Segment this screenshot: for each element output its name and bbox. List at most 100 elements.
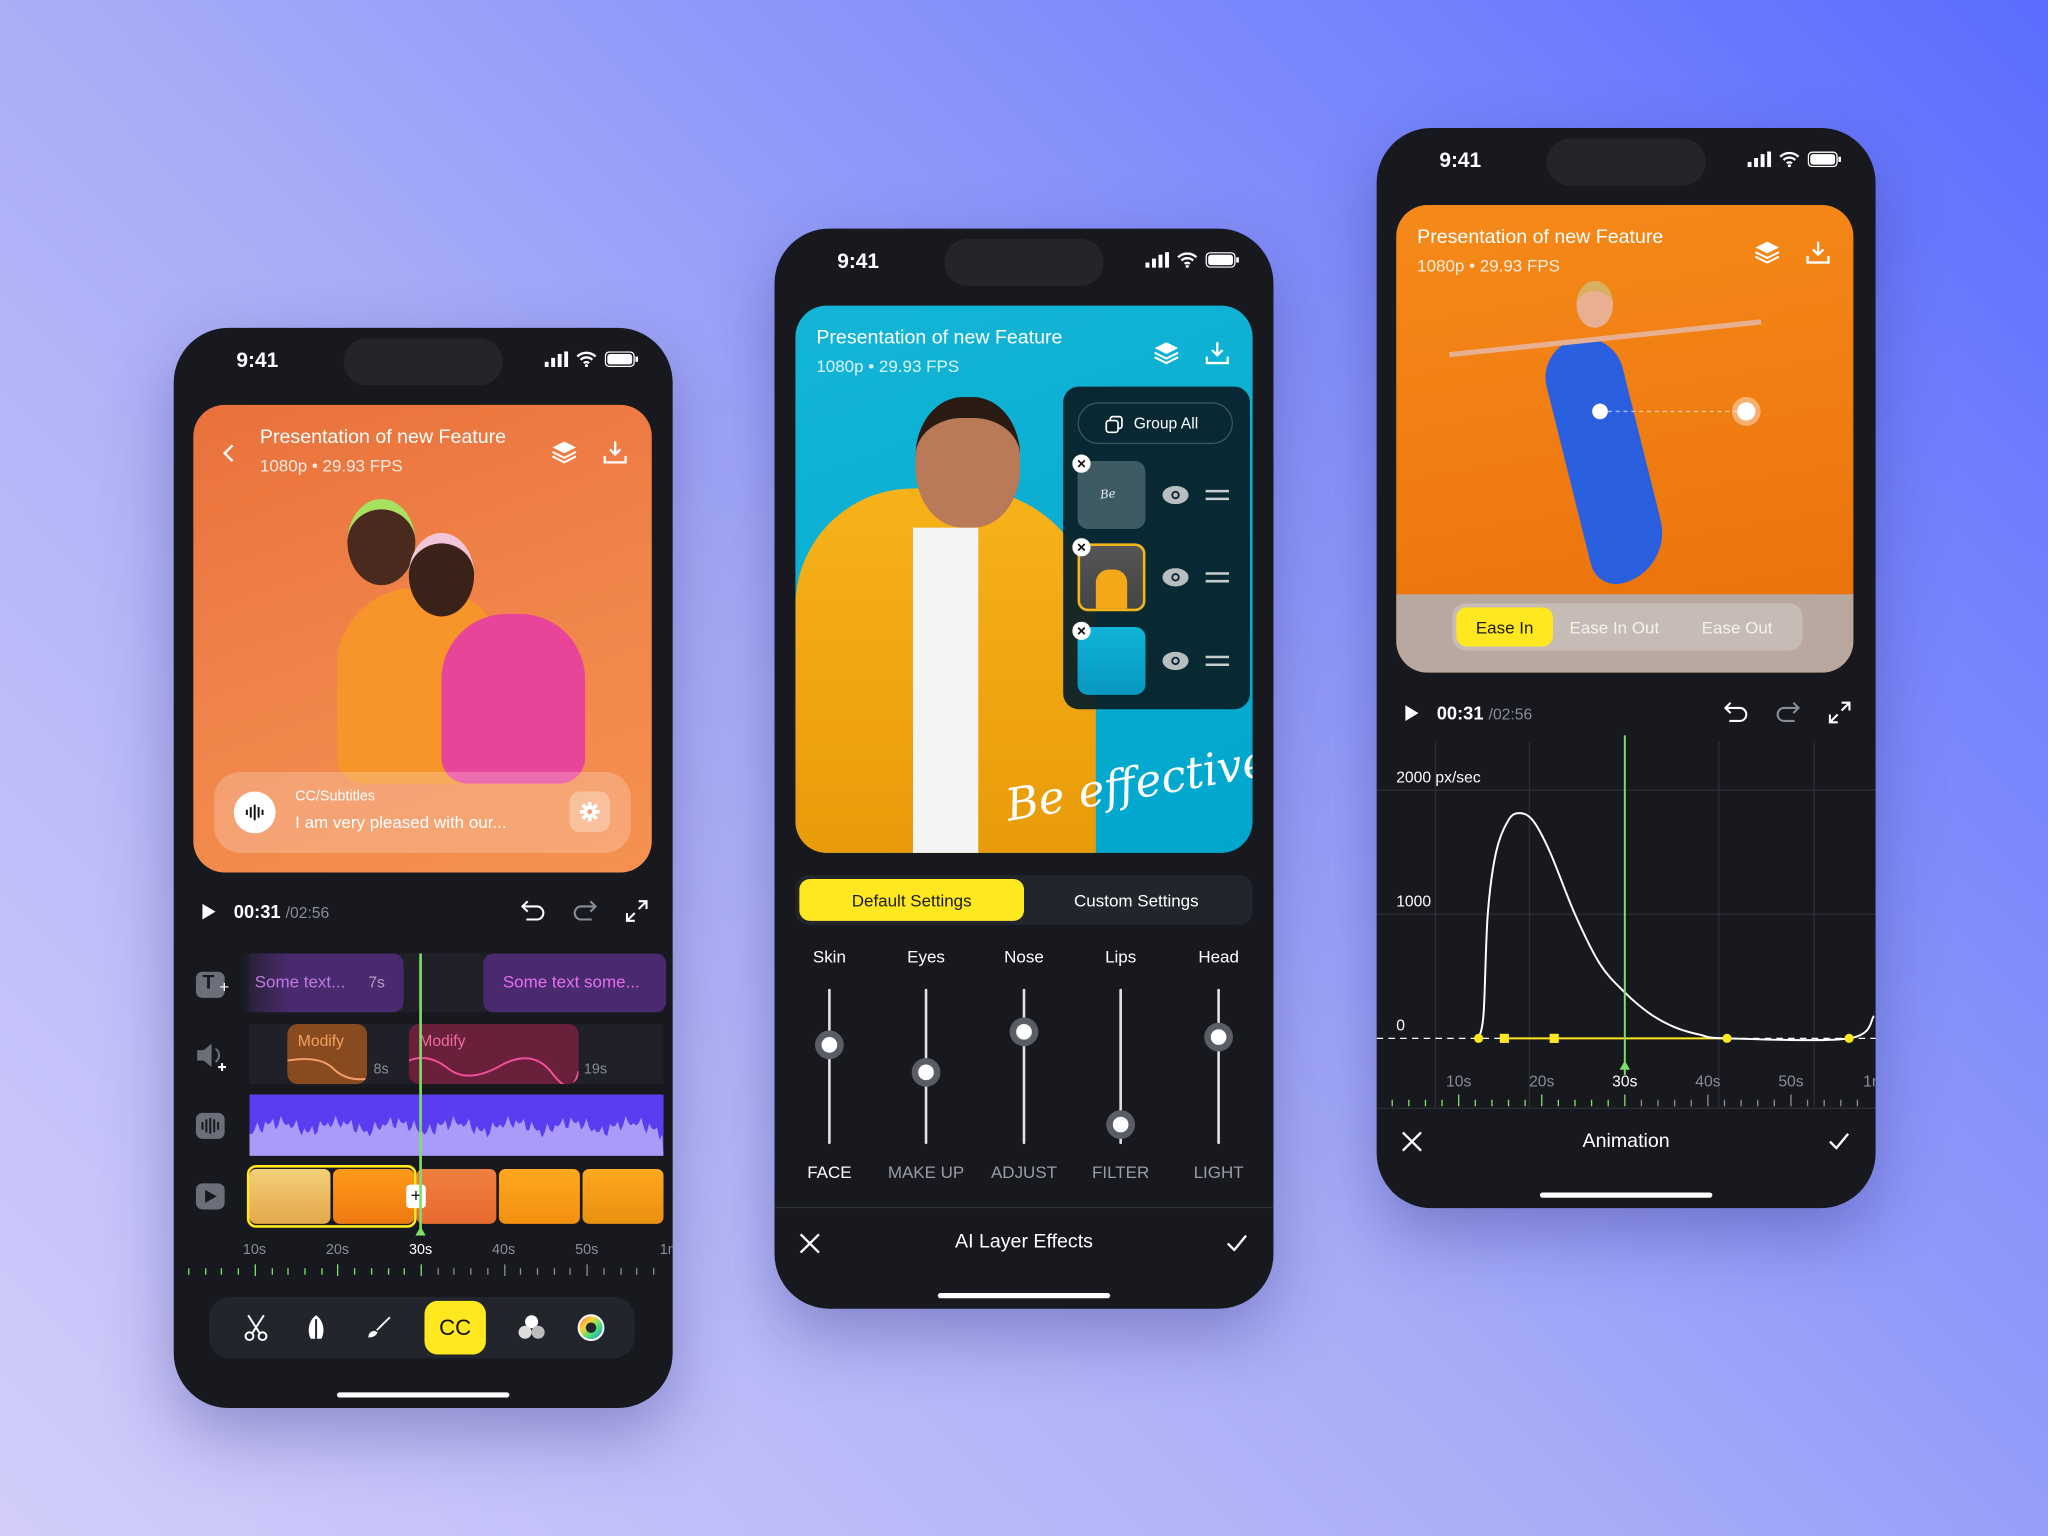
- tick-mark: [553, 1268, 555, 1275]
- waveform-icon: [201, 1118, 220, 1134]
- circles-icon[interactable]: [517, 1314, 546, 1340]
- video-subtitle: 1080p • 29.93 FPS: [816, 356, 960, 377]
- slider-track-skin[interactable]: [828, 988, 831, 1145]
- drag-handle-icon[interactable]: [1205, 489, 1230, 501]
- text-clip[interactable]: Some text some...: [483, 953, 667, 1013]
- eye-icon[interactable]: [1162, 651, 1189, 671]
- group-all-button[interactable]: Group All: [1077, 402, 1233, 445]
- play-icon[interactable]: [201, 903, 217, 921]
- undo-icon[interactable]: [521, 900, 545, 921]
- voice-waveform[interactable]: [249, 1094, 664, 1156]
- eye-icon[interactable]: [1162, 485, 1189, 505]
- audio-clip[interactable]: Modify: [287, 1023, 368, 1085]
- tick-label: 30s: [408, 1242, 433, 1258]
- leaf-icon[interactable]: [303, 1314, 329, 1340]
- cc-button[interactable]: CC: [424, 1300, 486, 1355]
- selected-clip-outline[interactable]: [246, 1165, 417, 1228]
- category-make-up[interactable]: MAKE UP: [888, 1162, 964, 1182]
- home-indicator[interactable]: [937, 1293, 1111, 1299]
- home-indicator[interactable]: [1539, 1192, 1713, 1198]
- timeline-ruler[interactable]: 10s 20s 30s 40s 50s 1m: [174, 1242, 673, 1281]
- drag-handle-icon[interactable]: [1205, 572, 1230, 583]
- remove-layer-icon[interactable]: [1072, 538, 1091, 557]
- battery-icon: [604, 351, 639, 368]
- category-filter[interactable]: FILTER: [1092, 1162, 1149, 1182]
- video-track-icon[interactable]: [195, 1183, 225, 1210]
- tab-custom-settings[interactable]: Custom Settings: [1024, 879, 1249, 921]
- voice-track-icon[interactable]: [195, 1112, 225, 1139]
- audio-clip-label: Modify: [297, 1031, 344, 1051]
- add-transition-button[interactable]: +: [406, 1184, 426, 1209]
- slider-label: Skin: [812, 946, 846, 967]
- video-preview[interactable]: Presentation of new Feature 1080p • 29.9…: [193, 404, 652, 873]
- audio-clip-label: Modify: [419, 1031, 466, 1051]
- drag-handle-icon[interactable]: [1205, 655, 1230, 667]
- slider-knob-lips[interactable]: [1106, 1109, 1136, 1139]
- volume-curve[interactable]: [287, 1055, 368, 1084]
- back-chevron-icon[interactable]: [222, 444, 235, 462]
- category-adjust[interactable]: ADJUST: [991, 1162, 1057, 1182]
- download-icon[interactable]: [1205, 341, 1230, 365]
- eye-icon[interactable]: [1162, 568, 1189, 587]
- y-tick-label: 2000 px/sec: [1396, 769, 1481, 786]
- status-time: 9:41: [236, 350, 279, 373]
- text-clip-label: Some text...: [254, 971, 346, 992]
- add-audio-track-icon[interactable]: [196, 1041, 230, 1072]
- slider-knob-skin[interactable]: [815, 1030, 844, 1060]
- slider-knob-head[interactable]: [1204, 1022, 1233, 1052]
- remove-layer-icon[interactable]: [1072, 621, 1091, 640]
- signal-icon: [1145, 252, 1169, 268]
- scissors-icon[interactable]: [243, 1314, 269, 1343]
- tick-mark: [337, 1264, 339, 1277]
- bezier-handle[interactable]: [1499, 1033, 1509, 1043]
- person-thumb: [1095, 569, 1128, 609]
- tick-label: 50s: [575, 1242, 599, 1258]
- x-tick-label: 10s: [1446, 1074, 1471, 1091]
- redo-icon[interactable]: [573, 900, 597, 921]
- home-indicator[interactable]: [336, 1392, 510, 1398]
- text-clip[interactable]: Some text... 7s: [239, 953, 404, 1013]
- captions-settings-button[interactable]: [569, 791, 610, 832]
- divider: [774, 1206, 1274, 1209]
- remove-layer-icon[interactable]: [1072, 454, 1091, 473]
- video-preview[interactable]: Presentation of new Feature 1080p • 29.9…: [795, 305, 1253, 853]
- add-text-track-icon[interactable]: T +: [195, 971, 229, 998]
- captions-text: I am very pleased with our...: [295, 812, 507, 832]
- slider-track-nose[interactable]: [1022, 988, 1026, 1145]
- check-icon[interactable]: [1226, 1234, 1247, 1252]
- layers-icon[interactable]: [551, 439, 577, 465]
- download-icon[interactable]: [603, 440, 627, 464]
- person-shirt: [912, 527, 979, 853]
- slider-knob-nose[interactable]: [1009, 1017, 1039, 1047]
- slider-track-head[interactable]: [1217, 988, 1220, 1145]
- keyframe-point[interactable]: [1844, 1033, 1854, 1043]
- video-thumbnail: [499, 1168, 581, 1224]
- category-face[interactable]: FACE: [807, 1162, 851, 1182]
- playhead-marker-icon: [415, 1226, 426, 1236]
- waveform-button[interactable]: [233, 791, 276, 834]
- editor-phone: 9:41 Presentation of new Feature 1080p •…: [173, 327, 673, 1408]
- fullscreen-icon[interactable]: [625, 900, 648, 922]
- tick-mark: [586, 1264, 588, 1277]
- color-wheel-icon[interactable]: [577, 1314, 605, 1342]
- waveform-icon: [245, 804, 264, 821]
- keyframe-point[interactable]: [1722, 1033, 1732, 1043]
- tab-default-settings[interactable]: Default Settings: [799, 879, 1024, 921]
- audio-clip[interactable]: Modify: [408, 1023, 579, 1085]
- slider-label: Head: [1198, 946, 1239, 967]
- playhead[interactable]: [419, 953, 422, 1235]
- slider-knob-eyes[interactable]: [911, 1058, 941, 1088]
- category-light[interactable]: LIGHT: [1194, 1162, 1244, 1182]
- brush-icon[interactable]: [366, 1314, 392, 1340]
- status-icons: [1145, 252, 1239, 268]
- captions-panel[interactable]: CC/Subtitles I am very pleased with our.…: [214, 771, 631, 853]
- tick-mark: [387, 1268, 389, 1275]
- tick-label: 1m: [659, 1242, 673, 1258]
- battery-icon: [1205, 252, 1239, 268]
- layers-icon[interactable]: [1153, 340, 1179, 366]
- velocity-chart[interactable]: 2000 px/sec 1000 0 10s 20s 30s 40s 50s 1m: [1376, 128, 1876, 1208]
- volume-curve[interactable]: [408, 1050, 579, 1085]
- keyframe-point[interactable]: [1474, 1033, 1484, 1043]
- check-icon[interactable]: [1829, 1132, 1850, 1150]
- bezier-handle[interactable]: [1549, 1033, 1559, 1043]
